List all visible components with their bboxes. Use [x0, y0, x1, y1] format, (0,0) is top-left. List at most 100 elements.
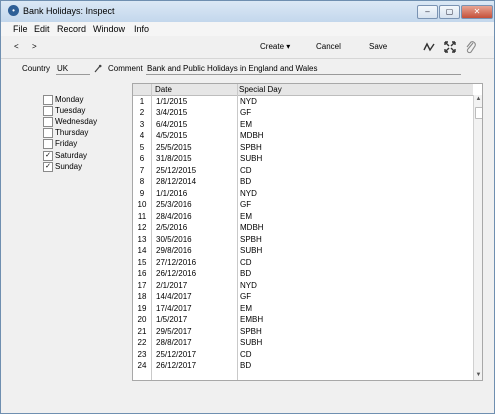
date-cell[interactable]: 25/3/2016: [156, 199, 192, 210]
saturday-checkbox[interactable]: ✓: [43, 151, 53, 161]
date-cell[interactable]: 1/1/2016: [156, 188, 187, 199]
date-cell[interactable]: 28/12/2014: [156, 176, 196, 187]
table-row[interactable]: 22 28/8/2017 SUBH: [133, 337, 473, 348]
next-record-button[interactable]: >: [32, 42, 37, 51]
holidays-grid[interactable]: Date Special Day 1 1/1/2015 NYD 2 3/4/2015 G…: [132, 83, 483, 381]
menu-edit[interactable]: Edit: [34, 24, 50, 34]
special-day-cell[interactable]: NYD: [240, 280, 257, 291]
country-field[interactable]: UK: [57, 64, 68, 73]
special-day-cell[interactable]: SPBH: [240, 234, 262, 245]
monday-checkbox[interactable]: [43, 95, 53, 105]
date-cell[interactable]: 2/5/2016: [156, 222, 187, 233]
special-day-cell[interactable]: BD: [240, 360, 251, 371]
close-button[interactable]: ✕: [461, 5, 493, 19]
table-row[interactable]: 20 1/5/2017 EMBH: [133, 314, 473, 325]
date-cell[interactable]: 25/12/2017: [156, 349, 196, 360]
date-cell[interactable]: 31/8/2015: [156, 153, 192, 164]
table-row[interactable]: 11 28/4/2016 EM: [133, 211, 473, 222]
menu-info[interactable]: Info: [134, 24, 149, 34]
date-cell[interactable]: 17/4/2017: [156, 303, 192, 314]
date-cell[interactable]: 2/1/2017: [156, 280, 187, 291]
special-day-cell[interactable]: SUBH: [240, 245, 262, 256]
table-row[interactable]: 2 3/4/2015 GF: [133, 107, 473, 118]
table-row[interactable]: 6 31/8/2015 SUBH: [133, 153, 473, 164]
date-cell[interactable]: 4/5/2015: [156, 130, 187, 141]
date-cell[interactable]: 27/12/2016: [156, 257, 196, 268]
table-row[interactable]: 14 29/8/2016 SUBH: [133, 245, 473, 256]
date-cell[interactable]: 25/5/2015: [156, 142, 192, 153]
date-cell[interactable]: 29/8/2016: [156, 245, 192, 256]
date-cell[interactable]: 30/5/2016: [156, 234, 192, 245]
special-day-cell[interactable]: CD: [240, 349, 252, 360]
special-day-cell[interactable]: NYD: [240, 96, 257, 107]
special-day-cell[interactable]: GF: [240, 199, 251, 210]
special-day-cell[interactable]: EMBH: [240, 314, 263, 325]
table-row[interactable]: 13 30/5/2016 SPBH: [133, 234, 473, 245]
date-cell[interactable]: 3/4/2015: [156, 107, 187, 118]
maximize-button[interactable]: ▢: [439, 5, 460, 19]
table-row[interactable]: 16 26/12/2016 BD: [133, 268, 473, 279]
create-button[interactable]: Create ▾: [260, 42, 290, 51]
table-row[interactable]: 10 25/3/2016 GF: [133, 199, 473, 210]
sunday-checkbox[interactable]: ✓: [43, 162, 53, 172]
special-day-cell[interactable]: EM: [240, 119, 252, 130]
table-row[interactable]: 12 2/5/2016 MDBH: [133, 222, 473, 233]
wednesday-checkbox[interactable]: [43, 117, 53, 127]
table-row[interactable]: 24 26/12/2017 BD: [133, 360, 473, 371]
date-cell[interactable]: 28/8/2017: [156, 337, 192, 348]
scroll-down-icon[interactable]: ▼: [474, 371, 482, 380]
table-row[interactable]: 3 6/4/2015 EM: [133, 119, 473, 130]
special-day-cell[interactable]: EM: [240, 303, 252, 314]
grid-scrollbar[interactable]: ▲ ▼: [473, 95, 482, 380]
table-row[interactable]: 4 4/5/2015 MDBH: [133, 130, 473, 141]
special-day-cell[interactable]: SUBH: [240, 153, 262, 164]
expand-icon[interactable]: [443, 40, 457, 54]
date-cell[interactable]: 29/5/2017: [156, 326, 192, 337]
special-day-cell[interactable]: SPBH: [240, 326, 262, 337]
table-row[interactable]: 7 25/12/2015 CD: [133, 165, 473, 176]
special-day-cell[interactable]: NYD: [240, 188, 257, 199]
special-day-cell[interactable]: SPBH: [240, 142, 262, 153]
special-day-cell[interactable]: BD: [240, 176, 251, 187]
date-cell[interactable]: 26/12/2016: [156, 268, 196, 279]
table-row[interactable]: 15 27/12/2016 CD: [133, 257, 473, 268]
special-day-column-header[interactable]: Special Day: [239, 85, 282, 94]
special-day-cell[interactable]: CD: [240, 165, 252, 176]
menu-record[interactable]: Record: [57, 24, 86, 34]
save-button[interactable]: Save: [369, 42, 387, 51]
menu-window[interactable]: Window: [93, 24, 125, 34]
date-cell[interactable]: 26/12/2017: [156, 360, 196, 371]
table-row[interactable]: 21 29/5/2017 SPBH: [133, 326, 473, 337]
paste-special-icon[interactable]: [94, 64, 102, 73]
table-row[interactable]: 19 17/4/2017 EM: [133, 303, 473, 314]
comment-field[interactable]: Bank and Public Holidays in England and …: [147, 64, 317, 73]
table-row[interactable]: 1 1/1/2015 NYD: [133, 96, 473, 107]
date-cell[interactable]: 1/1/2015: [156, 96, 187, 107]
special-day-cell[interactable]: SUBH: [240, 337, 262, 348]
table-row[interactable]: 9 1/1/2016 NYD: [133, 188, 473, 199]
special-day-cell[interactable]: MDBH: [240, 222, 264, 233]
special-day-cell[interactable]: BD: [240, 268, 251, 279]
special-day-cell[interactable]: CD: [240, 257, 252, 268]
paperclip-icon[interactable]: [464, 40, 478, 54]
tuesday-checkbox[interactable]: [43, 106, 53, 116]
title-bar[interactable]: • Bank Holidays: Inspect ‒ ▢ ✕: [1, 1, 494, 22]
date-cell[interactable]: 25/12/2015: [156, 165, 196, 176]
date-cell[interactable]: 14/4/2017: [156, 291, 192, 302]
special-day-cell[interactable]: GF: [240, 291, 251, 302]
date-cell[interactable]: 1/5/2017: [156, 314, 187, 325]
table-row[interactable]: 17 2/1/2017 NYD: [133, 280, 473, 291]
table-row[interactable]: 5 25/5/2015 SPBH: [133, 142, 473, 153]
special-day-cell[interactable]: GF: [240, 107, 251, 118]
date-cell[interactable]: 28/4/2016: [156, 211, 192, 222]
scroll-thumb[interactable]: [475, 107, 482, 119]
menu-file[interactable]: File: [13, 24, 28, 34]
special-day-cell[interactable]: EM: [240, 211, 252, 222]
table-row[interactable]: 18 14/4/2017 GF: [133, 291, 473, 302]
table-row[interactable]: 23 25/12/2017 CD: [133, 349, 473, 360]
cancel-button[interactable]: Cancel: [316, 42, 341, 51]
thursday-checkbox[interactable]: [43, 128, 53, 138]
special-day-cell[interactable]: MDBH: [240, 130, 264, 141]
friday-checkbox[interactable]: [43, 139, 53, 149]
previous-record-button[interactable]: <: [14, 42, 19, 51]
